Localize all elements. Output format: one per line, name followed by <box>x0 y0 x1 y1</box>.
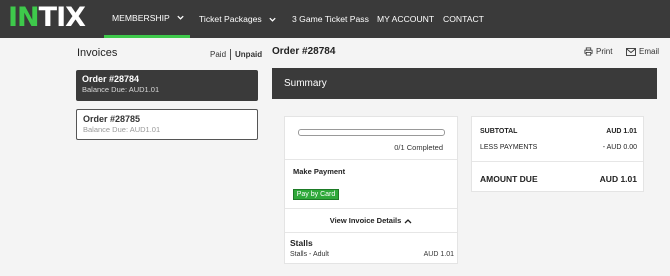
envelope-icon <box>626 47 636 56</box>
invoice-filter: Paid Unpaid <box>210 49 262 60</box>
nav-ticket-packages[interactable]: Ticket Packages <box>199 0 277 38</box>
view-details-label: View Invoice Details <box>329 216 402 225</box>
subtotal-value: AUD 1.01 <box>606 128 637 135</box>
filter-paid[interactable]: Paid <box>210 50 226 59</box>
nav-membership[interactable]: MEMBERSHIP <box>104 0 190 38</box>
invoice-card[interactable]: Order #28785 Balance Due: AUD1.01 <box>76 109 258 140</box>
nav-membership-label: MEMBERSHIP <box>112 12 170 23</box>
nav-contact-label: CONTACT <box>443 14 484 24</box>
invoice-card-number: Order #28784 <box>82 74 140 84</box>
subtotal-row: SUBTOTAL AUD 1.01 <box>480 128 637 135</box>
payments-value: - AUD 0.00 <box>602 144 637 151</box>
printer-icon <box>584 47 593 56</box>
chevron-up-icon <box>404 218 412 223</box>
view-invoice-details-toggle[interactable]: View Invoice Details <box>285 216 457 225</box>
progress-status: 0/1 Completed <box>394 143 443 152</box>
divider <box>285 159 457 160</box>
divider <box>285 232 457 233</box>
payments-label: LESS PAYMENTS <box>480 144 538 151</box>
print-label: Print <box>596 47 613 56</box>
top-navigation-bar: INTIX MEMBERSHIP Ticket Packages 3 Game … <box>0 0 670 38</box>
invoice-card-number: Order #28785 <box>83 114 141 124</box>
progress-bar <box>298 129 445 136</box>
divider <box>472 161 643 162</box>
totals-panel: SUBTOTAL AUD 1.01 LESS PAYMENTS - AUD 0.… <box>471 116 644 192</box>
chevron-down-icon <box>269 17 276 22</box>
nav-ticket-packages-label: Ticket Packages <box>199 14 262 24</box>
make-payment-heading: Make Payment <box>293 167 346 176</box>
invoice-card-selected[interactable]: Order #28784 Balance Due: AUD1.01 <box>76 70 258 101</box>
invoices-heading: Invoices <box>77 47 118 59</box>
amount-due-row: AMOUNT DUE AUD 1.01 <box>480 174 637 184</box>
print-button[interactable]: Print <box>584 47 612 56</box>
amount-due-label: AMOUNT DUE <box>480 174 538 184</box>
pay-by-card-button[interactable]: Pay by Card <box>293 189 339 200</box>
order-title: Order #28784 <box>272 46 336 57</box>
payments-row: LESS PAYMENTS - AUD 0.00 <box>480 144 637 151</box>
nav-contact[interactable]: CONTACT <box>443 0 484 38</box>
line-item-name: Stalls - Adult <box>290 251 329 258</box>
payment-panel: 0/1 Completed Make Payment Pay by Card V… <box>284 116 458 264</box>
filter-unpaid[interactable]: Unpaid <box>235 50 262 59</box>
line-item-amount: AUD 1.01 <box>423 251 454 258</box>
subtotal-label: SUBTOTAL <box>480 128 518 135</box>
intix-logo[interactable]: INTIX <box>8 2 86 33</box>
line-group-title: Stalls <box>290 238 313 248</box>
summary-title: Summary <box>284 78 327 89</box>
invoice-card-balance: Balance Due: AUD1.01 <box>83 125 161 134</box>
nav-3-game-label: 3 Game Ticket Pass <box>292 14 369 24</box>
summary-header: Summary <box>272 68 657 99</box>
logo-text: INTIX <box>8 2 86 33</box>
email-label: Email <box>639 47 660 56</box>
nav-my-account[interactable]: MY ACCOUNT <box>377 0 434 38</box>
amount-due-value: AUD 1.01 <box>599 174 637 184</box>
chevron-down-icon <box>177 15 184 20</box>
invoice-card-balance: Balance Due: AUD1.01 <box>82 85 160 94</box>
nav-my-account-label: MY ACCOUNT <box>377 14 435 24</box>
nav-3-game-ticket-pass[interactable]: 3 Game Ticket Pass <box>292 0 369 38</box>
filter-separator <box>230 49 232 60</box>
divider <box>285 208 457 209</box>
email-button[interactable]: Email <box>626 47 659 56</box>
line-item-row: Stalls - Adult AUD 1.01 <box>290 251 454 258</box>
